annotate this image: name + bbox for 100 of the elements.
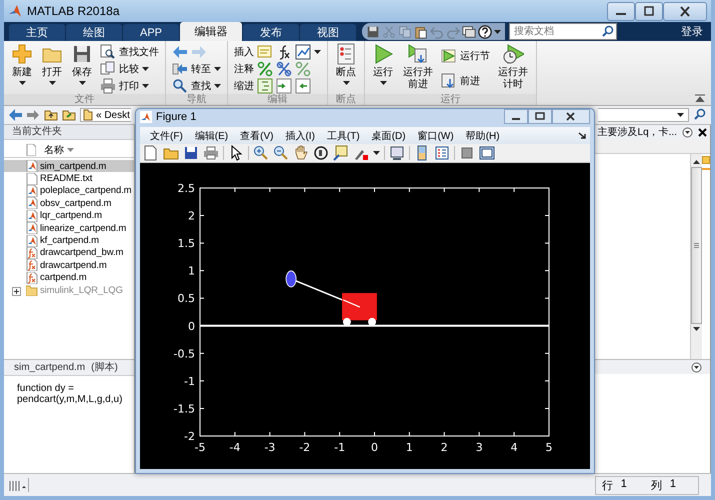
file-item[interactable]: sim_cartpend.m	[4, 160, 134, 172]
caret-icon[interactable]	[18, 81, 26, 85]
new-file-icon[interactable]	[143, 145, 159, 162]
menu-item[interactable]: 插入(I)	[279, 128, 321, 143]
chart-icon[interactable]	[295, 44, 311, 60]
ribbon-button[interactable]: 打开	[38, 43, 66, 94]
ribbon-button[interactable]: 比较	[98, 60, 161, 76]
tab[interactable]: 绘图	[66, 24, 122, 41]
file-item[interactable]: linearize_cartpend.m	[4, 222, 134, 234]
ribbon-button[interactable]: 运行并计时	[494, 43, 532, 94]
dropdown-icon[interactable]	[682, 126, 693, 138]
caret-icon[interactable]	[373, 151, 380, 156]
uncomment-icon[interactable]	[276, 60, 292, 76]
search-field[interactable]: 搜索文档	[509, 23, 617, 40]
close-icon[interactable]	[663, 2, 707, 20]
browse-folder-icon[interactable]	[62, 109, 76, 121]
ribbon-button[interactable]: 新建	[8, 43, 36, 94]
arrow-icon[interactable]	[172, 60, 188, 76]
menu-item[interactable]: 帮助(H)	[460, 128, 506, 143]
caret-icon[interactable]	[142, 84, 149, 88]
maximize-icon[interactable]	[635, 2, 663, 20]
hide-tools-icon[interactable]	[459, 145, 475, 162]
printer-icon[interactable]	[100, 78, 116, 94]
back-arrow-icon[interactable]	[8, 109, 22, 121]
close-icon[interactable]	[552, 109, 590, 124]
tab[interactable]: APP	[123, 24, 179, 41]
menu-item[interactable]: 工具(T)	[320, 128, 366, 143]
file-item[interactable]: drawcartpend.m	[4, 259, 134, 272]
advance-icon[interactable]	[441, 73, 457, 90]
address-field[interactable]: « Deskt	[80, 108, 131, 122]
file-item[interactable]: simulink_LQR_LQG	[4, 284, 134, 296]
collapse-icon[interactable]	[695, 94, 705, 102]
zoom-in-icon[interactable]	[253, 145, 269, 162]
windows-icon[interactable]	[462, 24, 476, 38]
help-icon[interactable]	[478, 24, 492, 38]
expand-icon[interactable]	[12, 286, 21, 296]
link-plot-icon[interactable]	[389, 145, 405, 162]
run-section-icon[interactable]	[441, 48, 457, 64]
layout-icon[interactable]	[8, 478, 26, 492]
file-item[interactable]: cartpend.m	[4, 272, 134, 284]
dock-icon[interactable]	[578, 132, 586, 140]
tab[interactable]: 编辑器	[180, 22, 242, 41]
minimize-icon[interactable]	[607, 2, 635, 20]
rotate-icon[interactable]	[313, 145, 329, 162]
file-item[interactable]: drawcartpend_bw.m	[4, 246, 134, 260]
caret-icon[interactable]	[494, 30, 501, 34]
tab[interactable]: 视图	[300, 24, 356, 41]
documents-icon[interactable]	[100, 60, 116, 76]
back-arrow-icon[interactable]	[172, 44, 188, 60]
menu-item[interactable]: 查看(V)	[234, 128, 280, 143]
tab[interactable]: 主页	[9, 24, 65, 41]
search-icon[interactable]	[693, 108, 707, 122]
ribbon-button[interactable]: 查找	[170, 78, 223, 94]
caret-icon[interactable]	[78, 81, 86, 85]
menu-item[interactable]: 编辑(E)	[188, 128, 234, 143]
file-item[interactable]: kf_cartpend.m	[4, 234, 134, 247]
file-search-icon[interactable]	[100, 44, 116, 60]
ribbon-button[interactable]: 查找文件	[98, 44, 161, 60]
file-item[interactable]: poleplace_cartpend.m	[4, 184, 134, 198]
ribbon-button[interactable]: 打印	[98, 78, 161, 94]
caret-icon[interactable]	[342, 81, 350, 85]
folder-up-icon[interactable]	[44, 109, 58, 121]
caret-icon[interactable]	[214, 66, 221, 70]
editor-tab[interactable]: 主要涉及Lq，卡...	[598, 125, 677, 139]
scroll-up-icon[interactable]	[693, 160, 700, 164]
ribbon-button[interactable]: 注释	[232, 60, 323, 76]
maximize-icon[interactable]	[528, 109, 552, 124]
paste-icon[interactable]	[414, 24, 428, 38]
show-tools-icon[interactable]	[479, 145, 495, 162]
ribbon-button[interactable]: 保存	[68, 43, 96, 94]
caret-icon[interactable]	[214, 84, 221, 88]
smart-indent-icon[interactable]	[257, 78, 273, 94]
save-icon[interactable]	[183, 145, 199, 162]
menu-item[interactable]: 窗口(W)	[412, 128, 460, 143]
menu-item[interactable]: 文件(F)	[144, 128, 189, 143]
caret-icon[interactable]	[142, 66, 149, 70]
caret-icon[interactable]	[380, 81, 386, 85]
ribbon-button[interactable]: 插入	[232, 44, 323, 60]
caret-icon[interactable]	[677, 113, 684, 117]
caret-icon[interactable]	[314, 50, 321, 54]
zoom-out-icon[interactable]	[273, 145, 289, 162]
search-icon[interactable]	[172, 78, 188, 94]
caret-icon[interactable]	[48, 81, 56, 85]
scrollbar[interactable]	[690, 154, 702, 359]
printer-icon[interactable]	[203, 145, 219, 162]
ribbon-button[interactable]: 缩进	[232, 78, 323, 94]
save-icon[interactable]	[366, 24, 380, 38]
ribbon-button[interactable]: 断点	[332, 43, 360, 94]
ribbon-button[interactable]: 前进	[439, 73, 492, 90]
minimize-icon[interactable]	[504, 109, 528, 124]
outdent-icon[interactable]	[295, 78, 311, 94]
ribbon-button[interactable]: 运行节	[439, 48, 492, 64]
ribbon-button[interactable]: 运行并前进	[399, 43, 437, 94]
ribbon-button[interactable]: 转至	[170, 60, 223, 76]
data-cursor-icon[interactable]	[333, 145, 349, 162]
close-icon[interactable]	[698, 128, 707, 136]
menu-item[interactable]: 桌面(D)	[366, 128, 412, 143]
tab[interactable]: 发布	[243, 24, 299, 41]
ribbon-button[interactable]: 运行	[369, 43, 397, 94]
dropdown-icon[interactable]	[691, 362, 702, 372]
